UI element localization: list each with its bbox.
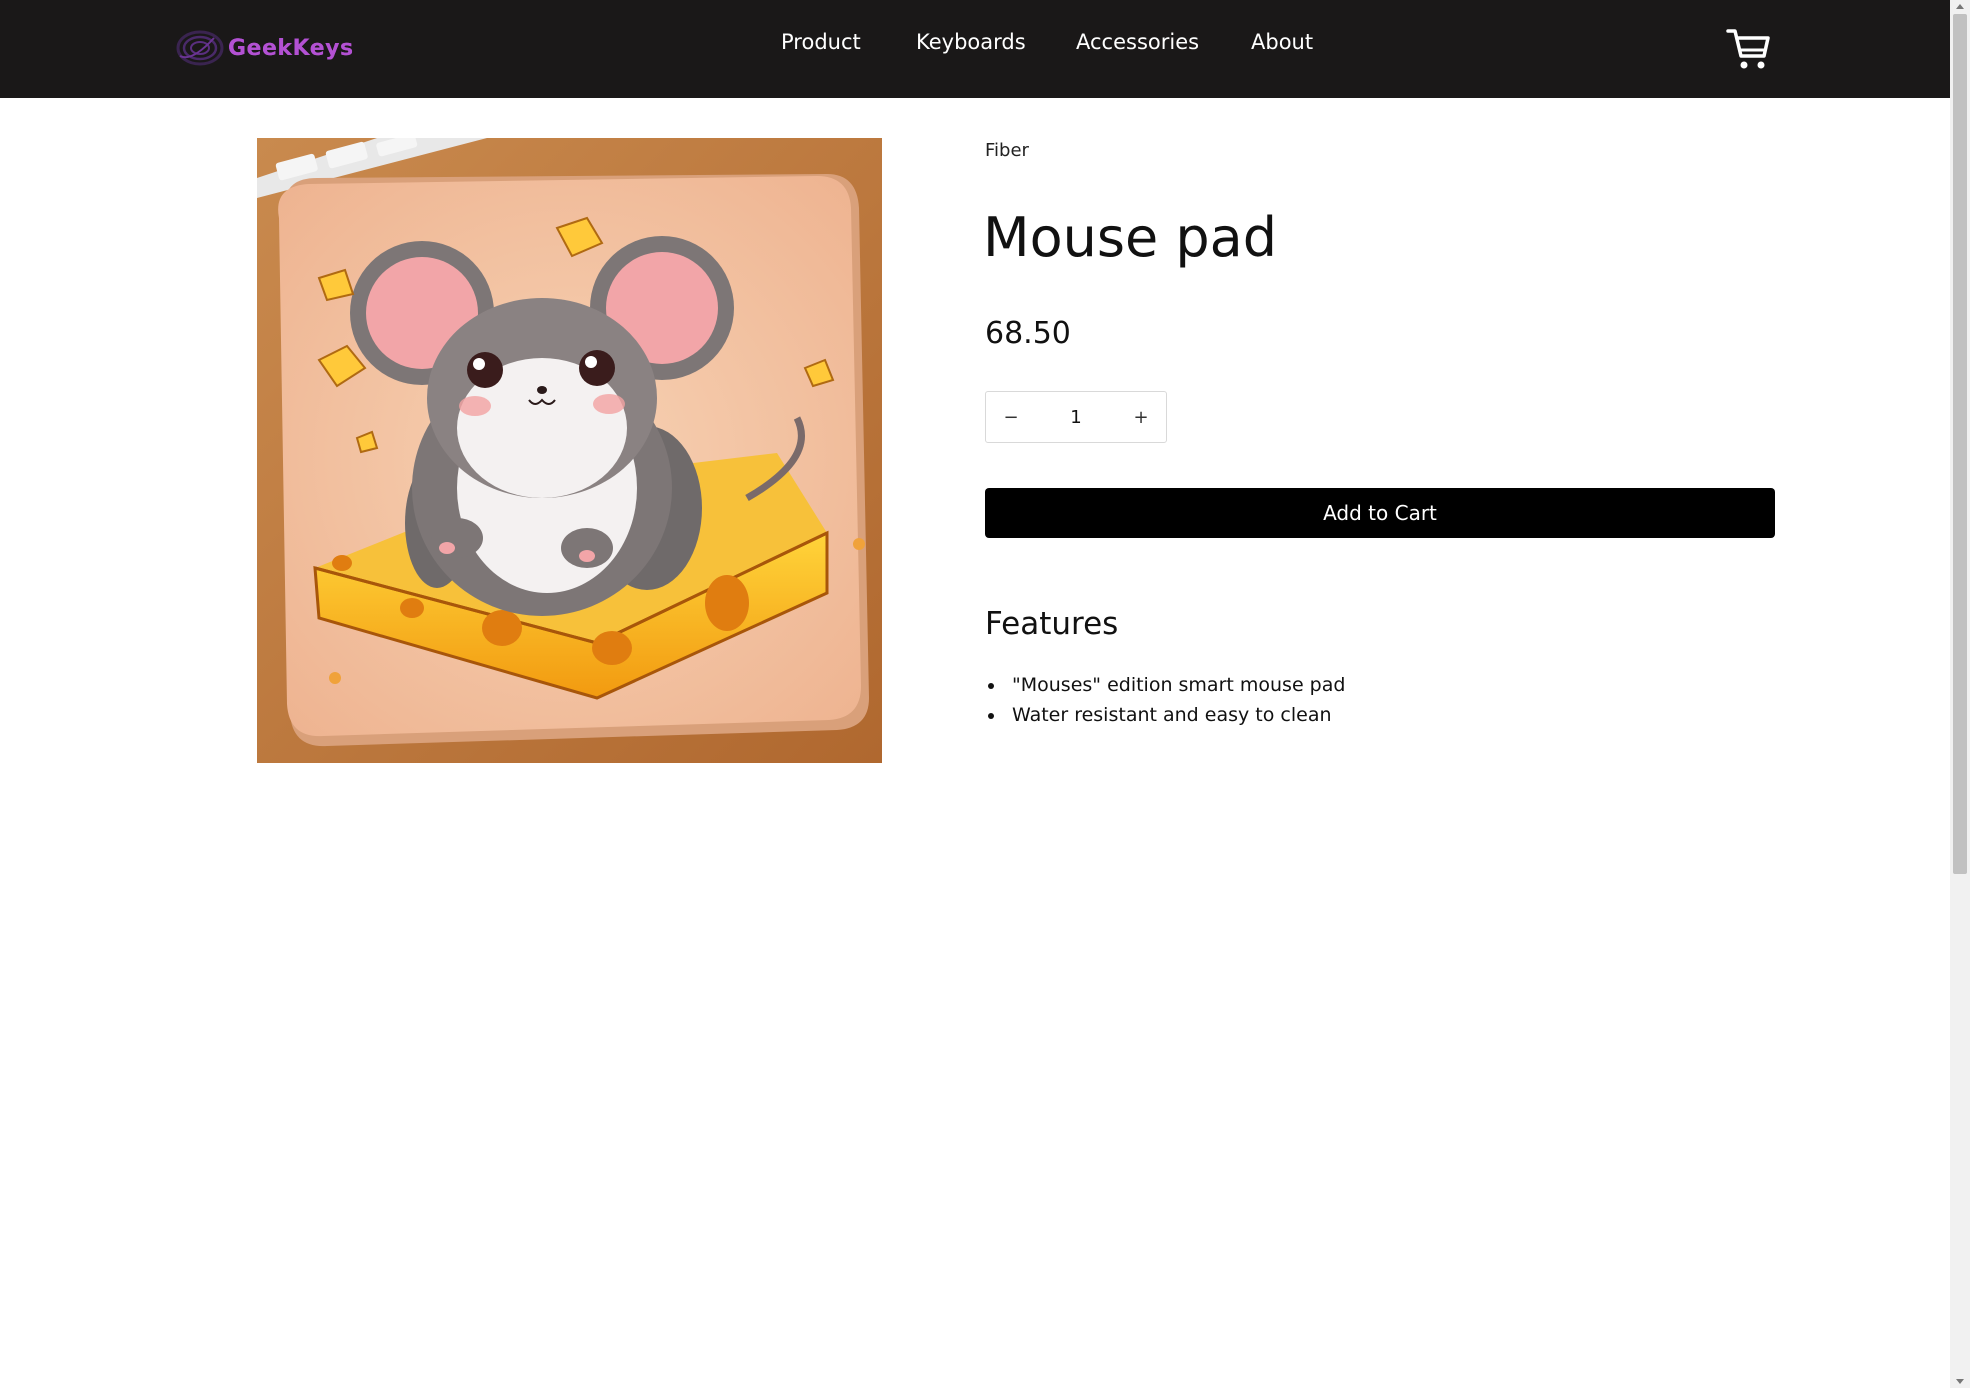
shopping-cart-icon[interactable] <box>1726 26 1770 72</box>
product-price: 68.50 <box>985 316 1071 351</box>
product-brand: Fiber <box>985 140 1029 161</box>
top-navigation-bar: GeekKeys Product Keyboards Accessories A… <box>0 0 1950 98</box>
product-image <box>257 138 882 763</box>
quantity-stepper: − + <box>985 391 1167 443</box>
nav-keyboards[interactable]: Keyboards <box>916 30 1026 54</box>
scrollbar-thumb[interactable] <box>1953 14 1967 874</box>
feature-item: Water resistant and easy to clean <box>985 700 1345 730</box>
feature-item: "Mouses" edition smart mouse pad <box>985 670 1345 700</box>
quantity-input[interactable] <box>1036 406 1116 428</box>
product-title: Mouse pad <box>983 206 1278 269</box>
nav-product[interactable]: Product <box>781 30 861 54</box>
main-nav: Product Keyboards Accessories About <box>0 30 1950 60</box>
scroll-down-arrow-icon[interactable] <box>1956 1379 1964 1384</box>
nav-accessories[interactable]: Accessories <box>1076 30 1199 54</box>
add-to-cart-button[interactable]: Add to Cart <box>985 488 1775 538</box>
scroll-up-arrow-icon[interactable] <box>1956 4 1964 9</box>
quantity-decrement-button[interactable]: − <box>986 392 1036 442</box>
nav-about[interactable]: About <box>1251 30 1313 54</box>
features-heading: Features <box>985 606 1119 642</box>
features-list: "Mouses" edition smart mouse pad Water r… <box>985 670 1345 730</box>
quantity-increment-button[interactable]: + <box>1116 392 1166 442</box>
page-scrollbar[interactable] <box>1950 0 1970 1388</box>
